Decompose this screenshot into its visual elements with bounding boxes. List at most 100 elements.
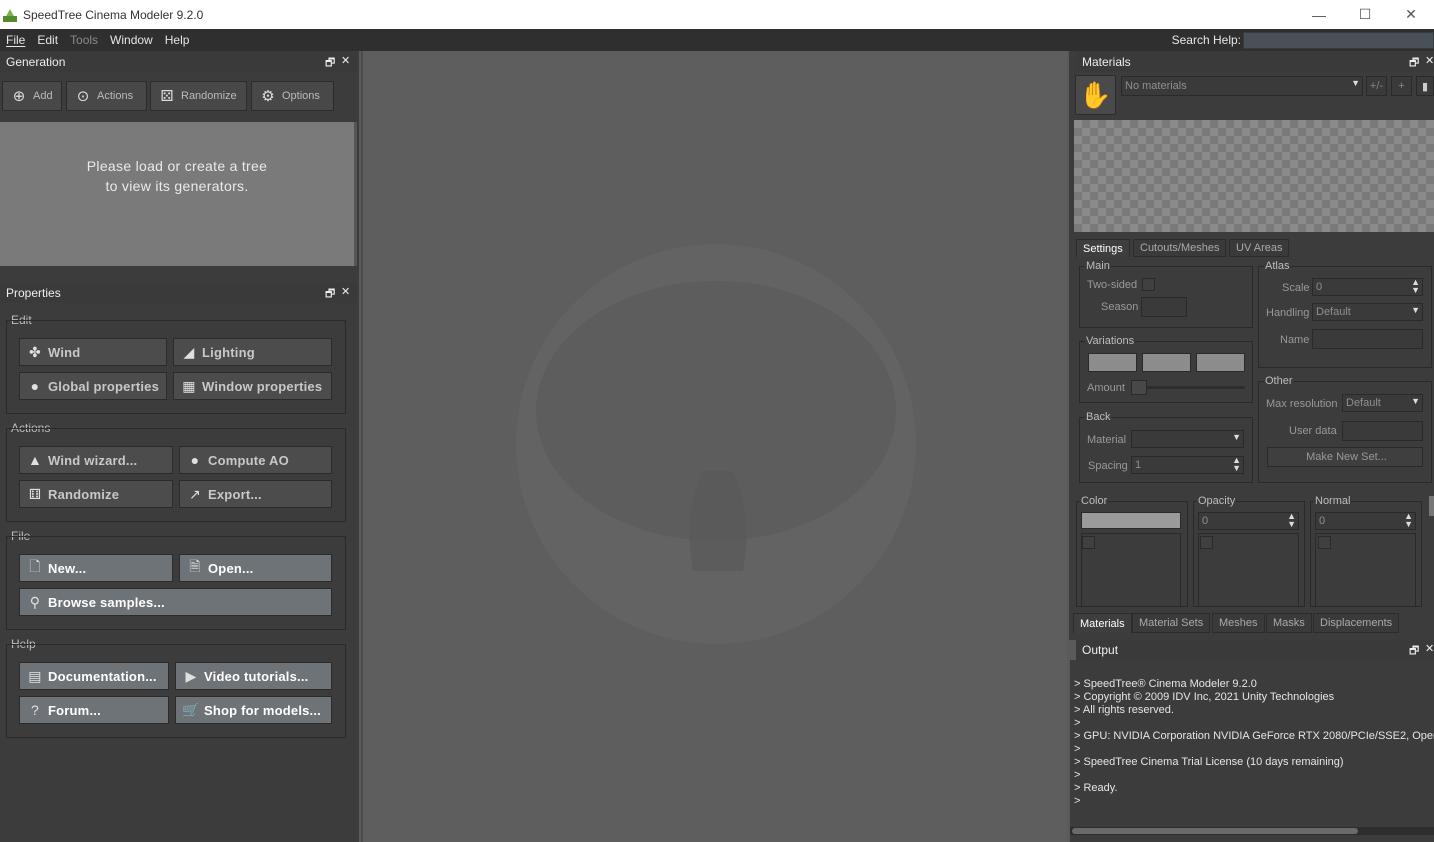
float-panel-icon[interactable]: 🗗 — [325, 285, 335, 304]
global-properties-button[interactable]: ● Global properties — [19, 372, 167, 400]
compute-ao-button-label: Compute AO — [208, 452, 289, 468]
browse-samples-button[interactable]: ⚲ Browse samples... — [19, 588, 332, 616]
wind-wizard-button[interactable]: ▲ Wind wizard... — [19, 446, 173, 474]
float-panel-icon[interactable]: 🗗 — [325, 54, 335, 73]
global-properties-button-label: Global properties — [48, 378, 160, 394]
materials-dropdown[interactable]: No materials ▼ — [1121, 76, 1363, 96]
generation-panel-title: Generation — [6, 55, 66, 69]
back-group-label: Back — [1085, 411, 1112, 423]
pointer-icon: ⊙ — [76, 88, 90, 105]
two-sided-label: Two-sided — [1087, 279, 1138, 291]
tab-material-sets[interactable]: Material Sets — [1132, 613, 1211, 633]
variation-swatch-2[interactable] — [1142, 353, 1191, 372]
max-resolution-value: Default — [1346, 397, 1381, 409]
tab-cutouts-meshes[interactable]: Cutouts/Meshes — [1133, 239, 1227, 257]
tab-displacements[interactable]: Displacements — [1313, 613, 1400, 633]
menu-help[interactable]: Help — [159, 33, 196, 47]
close-panel-icon[interactable]: ✕ — [1425, 642, 1434, 655]
amount-slider-handle[interactable] — [1131, 380, 1147, 395]
amount-slider-track[interactable] — [1131, 386, 1245, 389]
max-resolution-dropdown[interactable]: Default ▼ — [1342, 394, 1423, 412]
user-data-label: User data — [1289, 425, 1337, 437]
normal-spinbox[interactable]: 0 ▲ ▼ — [1315, 512, 1416, 530]
wind-button[interactable]: ✤ Wind — [19, 338, 167, 366]
max-resolution-label: Max resolution — [1266, 398, 1338, 410]
opacity-spinbox[interactable]: 0 ▲ ▼ — [1198, 512, 1299, 530]
maximize-button[interactable]: ☐ — [1342, 0, 1388, 29]
close-panel-icon[interactable]: ✕ — [341, 54, 350, 67]
export-button[interactable]: ↗ Export... — [179, 480, 332, 508]
video-tutorials-button-label: Video tutorials... — [204, 668, 309, 684]
open-file-button[interactable]: 🗎 Open... — [179, 554, 332, 582]
lighting-button[interactable]: ◢ Lighting — [173, 338, 332, 366]
shop-models-button[interactable]: 🛒 Shop for models... — [175, 696, 332, 724]
color-swatch[interactable] — [1081, 512, 1181, 529]
add-material-button[interactable]: + — [1391, 76, 1412, 96]
clipboard-icon[interactable]: ▮ — [1416, 76, 1434, 96]
actions-button[interactable]: ⊙ Actions — [66, 81, 147, 111]
video-tutorials-button[interactable]: ▶ Video tutorials... — [175, 662, 332, 690]
opacity-value: 0 — [1202, 515, 1209, 527]
menu-file[interactable]: File — [0, 33, 31, 47]
close-button[interactable]: ✕ — [1388, 0, 1434, 29]
menu-window[interactable]: Window — [104, 33, 159, 47]
documentation-button[interactable]: ▤ Documentation... — [19, 662, 169, 690]
materials-scrollbar[interactable] — [1429, 496, 1434, 516]
3d-viewport[interactable] — [361, 51, 1067, 842]
wind-button-label: Wind — [48, 344, 81, 360]
window-properties-button[interactable]: ▦ Window properties — [173, 372, 332, 400]
output-scrollbar-thumb[interactable] — [1072, 828, 1358, 834]
options-button[interactable]: ⚙ Options — [251, 81, 334, 111]
color-texture-slot[interactable] — [1081, 533, 1181, 607]
materials-dropdown-value: No materials — [1125, 80, 1187, 92]
tab-settings[interactable]: Settings — [1076, 239, 1130, 257]
close-panel-icon[interactable]: ✕ — [1425, 54, 1434, 67]
variation-swatch-3[interactable] — [1196, 353, 1245, 372]
normal-texture-slot[interactable] — [1315, 533, 1416, 607]
two-sided-checkbox[interactable] — [1142, 278, 1155, 291]
float-panel-icon[interactable]: 🗗 — [1409, 54, 1419, 73]
documentation-button-label: Documentation... — [48, 668, 157, 684]
add-button[interactable]: ⊕ Add — [2, 81, 62, 111]
output-horizontal-scrollbar[interactable] — [1070, 827, 1434, 835]
variation-swatch-1[interactable] — [1088, 353, 1137, 372]
scale-spinbox[interactable]: 0 ▲ ▼ — [1312, 278, 1423, 296]
randomize-button[interactable]: ⚄ Randomize — [150, 81, 247, 111]
generation-scrollbar[interactable] — [354, 122, 357, 266]
plus-minus-button[interactable]: +/- — [1366, 76, 1387, 96]
scale-label: Scale — [1282, 282, 1310, 294]
forum-button[interactable]: ? Forum... — [19, 696, 169, 724]
tab-materials[interactable]: Materials — [1073, 613, 1132, 633]
randomize-tree-button[interactable]: ⚅ Randomize — [19, 480, 173, 508]
tree-watermark-icon — [516, 244, 916, 644]
question-icon: ? — [31, 702, 39, 718]
close-panel-icon[interactable]: ✕ — [341, 285, 350, 298]
open-document-icon: 🗎 — [189, 558, 201, 574]
tab-masks[interactable]: Masks — [1266, 613, 1312, 633]
export-button-label: Export... — [208, 486, 262, 502]
spacing-spinbox[interactable]: 1 ▲ ▼ — [1131, 456, 1244, 474]
hand-tool-button[interactable]: ✋ — [1075, 75, 1116, 115]
menu-tools[interactable]: Tools — [64, 33, 104, 47]
tab-uv-areas[interactable]: UV Areas — [1229, 239, 1290, 257]
new-document-icon: 🗋 — [29, 558, 41, 574]
back-material-dropdown[interactable]: ▼ — [1131, 430, 1244, 448]
output-line: > — [1074, 795, 1081, 807]
opacity-texture-slot[interactable] — [1198, 533, 1299, 607]
season-input[interactable] — [1141, 297, 1187, 317]
handling-dropdown[interactable]: Default ▼ — [1312, 303, 1423, 321]
float-panel-icon[interactable]: 🗗 — [1409, 642, 1419, 661]
compute-ao-button[interactable]: ● Compute AO — [179, 446, 332, 474]
fan-icon: ✤ — [29, 343, 41, 360]
tab-meshes[interactable]: Meshes — [1212, 613, 1265, 633]
user-data-input[interactable] — [1342, 421, 1423, 441]
make-new-set-button[interactable]: Make New Set... — [1267, 447, 1423, 467]
minimize-button[interactable]: — — [1296, 0, 1342, 29]
new-file-button[interactable]: 🗋 New... — [19, 554, 173, 582]
menu-edit[interactable]: Edit — [31, 33, 64, 47]
output-line: > GPU: NVIDIA Corporation NVIDIA GeForce… — [1074, 730, 1434, 742]
empty-message-line2: to view its generators. — [105, 178, 249, 194]
search-help-input[interactable] — [1243, 32, 1434, 49]
forum-button-label: Forum... — [48, 702, 101, 718]
name-input[interactable] — [1312, 329, 1423, 349]
